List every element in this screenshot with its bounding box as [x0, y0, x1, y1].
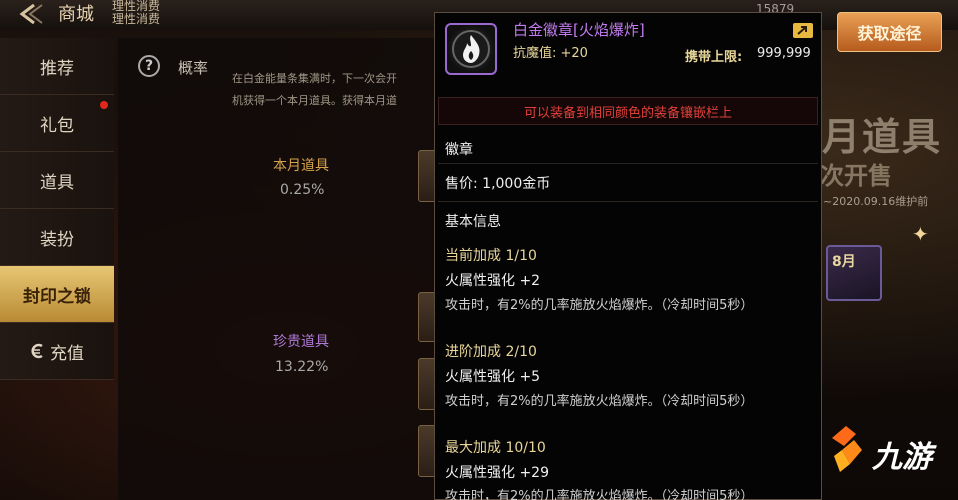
advanced-stat: 火属性强化 +5 [445, 369, 541, 385]
rare-item-rate: 13.22% [275, 359, 329, 375]
sidebar-nav: 推荐 礼包 道具 装扮 封印之锁 充值 [0, 38, 114, 500]
promo-subtitle: 次开售 [820, 162, 892, 190]
sidebar-item-outfits[interactable]: 装扮 [0, 209, 114, 266]
carry-limit-label: 携带上限: [685, 50, 743, 65]
flame-icon [452, 30, 490, 68]
divider [438, 201, 818, 202]
monthly-item-icon[interactable]: 8月 [826, 245, 882, 301]
promo-date: 2~2020.09.16维护前 [816, 195, 929, 208]
sparkle-icon: ✦ [912, 222, 929, 246]
basic-info-heading: 基本信息 [445, 214, 501, 230]
item-name: 白金徽章[火焰爆炸] [513, 21, 645, 39]
fire-badge-icon [445, 23, 497, 75]
current-stat: 火属性强化 +2 [445, 273, 541, 289]
promo-title: 月道具 [822, 115, 943, 159]
help-icon[interactable]: ? [138, 55, 160, 77]
monthly-item-name: 本月道具 [273, 158, 329, 174]
socket-notice: 可以装备到相同颜色的装备镶嵌栏上 [438, 97, 818, 125]
advanced-bonus-row: 进阶加成 2/10 [445, 344, 537, 360]
share-icon[interactable] [792, 22, 814, 39]
back-arrow-icon[interactable] [14, 2, 44, 26]
current-effect: 攻击时，有2%的几率施放火焰爆炸。（冷却时间5秒） [445, 298, 754, 313]
divider [438, 163, 818, 164]
probability-label: 概率 [178, 59, 209, 77]
sidebar-item-recharge[interactable]: 充值 [0, 323, 114, 380]
rare-item-name: 珍贵道具 [273, 334, 329, 350]
tooltip-header: 白金徽章[火焰爆炸] 抗魔值: +20 携带上限: 999,999 [435, 13, 821, 93]
watermark-text: 九游 [872, 440, 932, 475]
item-tooltip: 白金徽章[火焰爆炸] 抗魔值: +20 携带上限: 999,999 可以装备到相… [434, 12, 822, 500]
sidebar-item-gift-pack[interactable]: 礼包 [0, 95, 114, 152]
max-bonus-row: 最大加成 10/10 [445, 440, 546, 456]
sidebar-item-items[interactable]: 道具 [0, 152, 114, 209]
panel-description: 在白金能量条集满时，下一次会开 机获得一个本月道具。获得本月道 [232, 72, 397, 107]
notification-dot [100, 101, 108, 109]
coin-icon [31, 343, 43, 359]
acquire-route-button[interactable]: 获取途径 [837, 12, 942, 52]
item-price: 售价: 1,000金币 [445, 176, 551, 192]
max-effect: 攻击时，有2%的几率施放火焰爆炸。（冷却时间5秒） [445, 489, 754, 500]
item-resist-value: 抗魔值: +20 [513, 46, 588, 61]
rational-spending-note: 理性消费 理性消费 [112, 0, 161, 26]
advanced-effect: 攻击时，有2%的几率施放火焰爆炸。（冷却时间5秒） [445, 394, 754, 409]
sidebar-item-seal-lock[interactable]: 封印之锁 [0, 266, 114, 323]
sidebar-item-recommend[interactable]: 推荐 [0, 38, 114, 95]
page-title: 商城 [58, 4, 94, 25]
max-stat: 火属性强化 +29 [445, 465, 549, 481]
carry-limit-value: 999,999 [757, 46, 811, 61]
item-category: 徽章 [445, 142, 473, 158]
current-bonus-row: 当前加成 1/10 [445, 248, 537, 264]
monthly-item-rate: 0.25% [280, 182, 325, 198]
